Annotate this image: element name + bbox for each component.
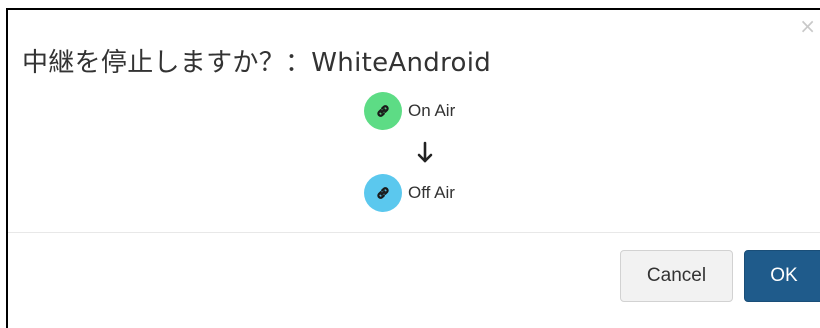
to-status-label: Off Air (408, 183, 455, 202)
from-status: On Air (364, 92, 455, 130)
close-icon[interactable]: × (799, 16, 816, 36)
link-icon (364, 174, 402, 212)
link-icon (364, 92, 402, 130)
cancel-button[interactable]: Cancel (620, 250, 733, 302)
ok-button[interactable]: OK (744, 250, 820, 302)
from-status-label: On Air (408, 101, 456, 120)
confirm-dialog: × 中継を停止しますか？：WhiteAndroid On Air Off Air… (6, 8, 820, 328)
to-status: Off Air (364, 174, 455, 212)
footer-divider (8, 232, 820, 233)
arrow-down-icon (417, 141, 433, 163)
dialog-title: 中継を停止しますか？：WhiteAndroid (22, 48, 492, 78)
